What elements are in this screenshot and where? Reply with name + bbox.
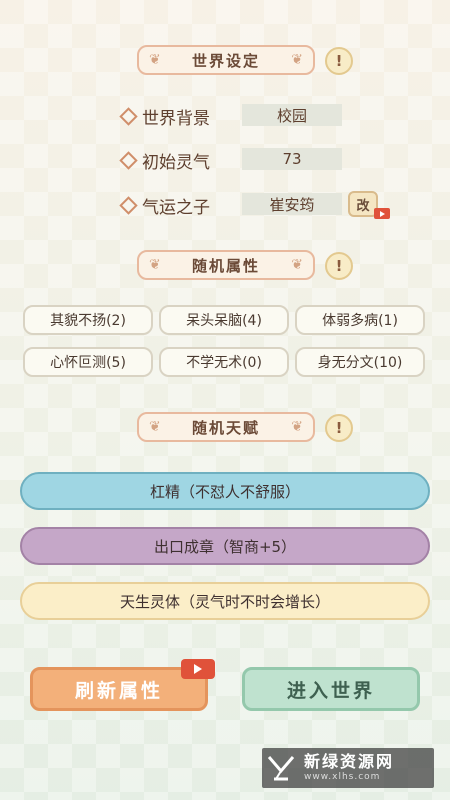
- talent-pill-2: 出口成章（智商+5）: [20, 527, 430, 565]
- watermark: 新绿资源网 www.xlhs.com: [262, 748, 434, 788]
- random-talents-title: 随机天赋: [191, 418, 260, 437]
- world-background-value: 校园: [242, 104, 342, 126]
- attribute-chip: 体弱多病(1): [295, 305, 425, 335]
- talent-pill-1: 杠精（不怼人不舒服）: [20, 472, 430, 510]
- random-talents-banner: ❦ 随机天赋 ❦: [137, 412, 315, 442]
- ornament-left-icon: ❦: [149, 257, 161, 273]
- initial-aura-value: 73: [242, 148, 342, 170]
- world-settings-title: 世界设定: [191, 51, 260, 70]
- video-ad-icon: [374, 208, 390, 219]
- ornament-left-icon: ❦: [149, 419, 161, 435]
- attribute-chip: 呆头呆脑(4): [159, 305, 289, 335]
- video-ad-icon: [181, 659, 215, 679]
- diamond-icon: [119, 196, 138, 215]
- initial-aura-label: 初始灵气: [119, 148, 210, 173]
- child-of-fortune-value: 崔安筠: [242, 193, 342, 215]
- watermark-cn-text: 新绿资源网: [304, 752, 395, 771]
- ornament-right-icon: ❦: [291, 419, 303, 435]
- watermark-en-text: www.xlhs.com: [304, 772, 381, 782]
- ornament-right-icon: ❦: [291, 257, 303, 273]
- attributes-info-button[interactable]: !: [325, 252, 353, 280]
- attribute-chip: 身无分文(10): [295, 347, 425, 377]
- world-settings-banner: ❦ 世界设定 ❦: [137, 45, 315, 75]
- ornament-right-icon: ❦: [291, 52, 303, 68]
- diamond-icon: [119, 107, 138, 126]
- random-attributes-title: 随机属性: [191, 256, 260, 275]
- world-background-label: 世界背景: [119, 104, 210, 129]
- diamond-icon: [119, 151, 138, 170]
- ornament-left-icon: ❦: [149, 52, 161, 68]
- world-info-button[interactable]: !: [325, 47, 353, 75]
- child-of-fortune-label: 气运之子: [119, 193, 210, 218]
- talents-info-button[interactable]: !: [325, 414, 353, 442]
- talent-pill-3: 天生灵体（灵气时不时会增长）: [20, 582, 430, 620]
- enter-world-button[interactable]: 进入世界: [242, 667, 420, 711]
- attribute-chip: 其貌不扬(2): [23, 305, 153, 335]
- watermark-logo-icon: [262, 748, 300, 788]
- random-attributes-banner: ❦ 随机属性 ❦: [137, 250, 315, 280]
- attribute-chip: 心怀叵测(5): [23, 347, 153, 377]
- attribute-chip: 不学无术(0): [159, 347, 289, 377]
